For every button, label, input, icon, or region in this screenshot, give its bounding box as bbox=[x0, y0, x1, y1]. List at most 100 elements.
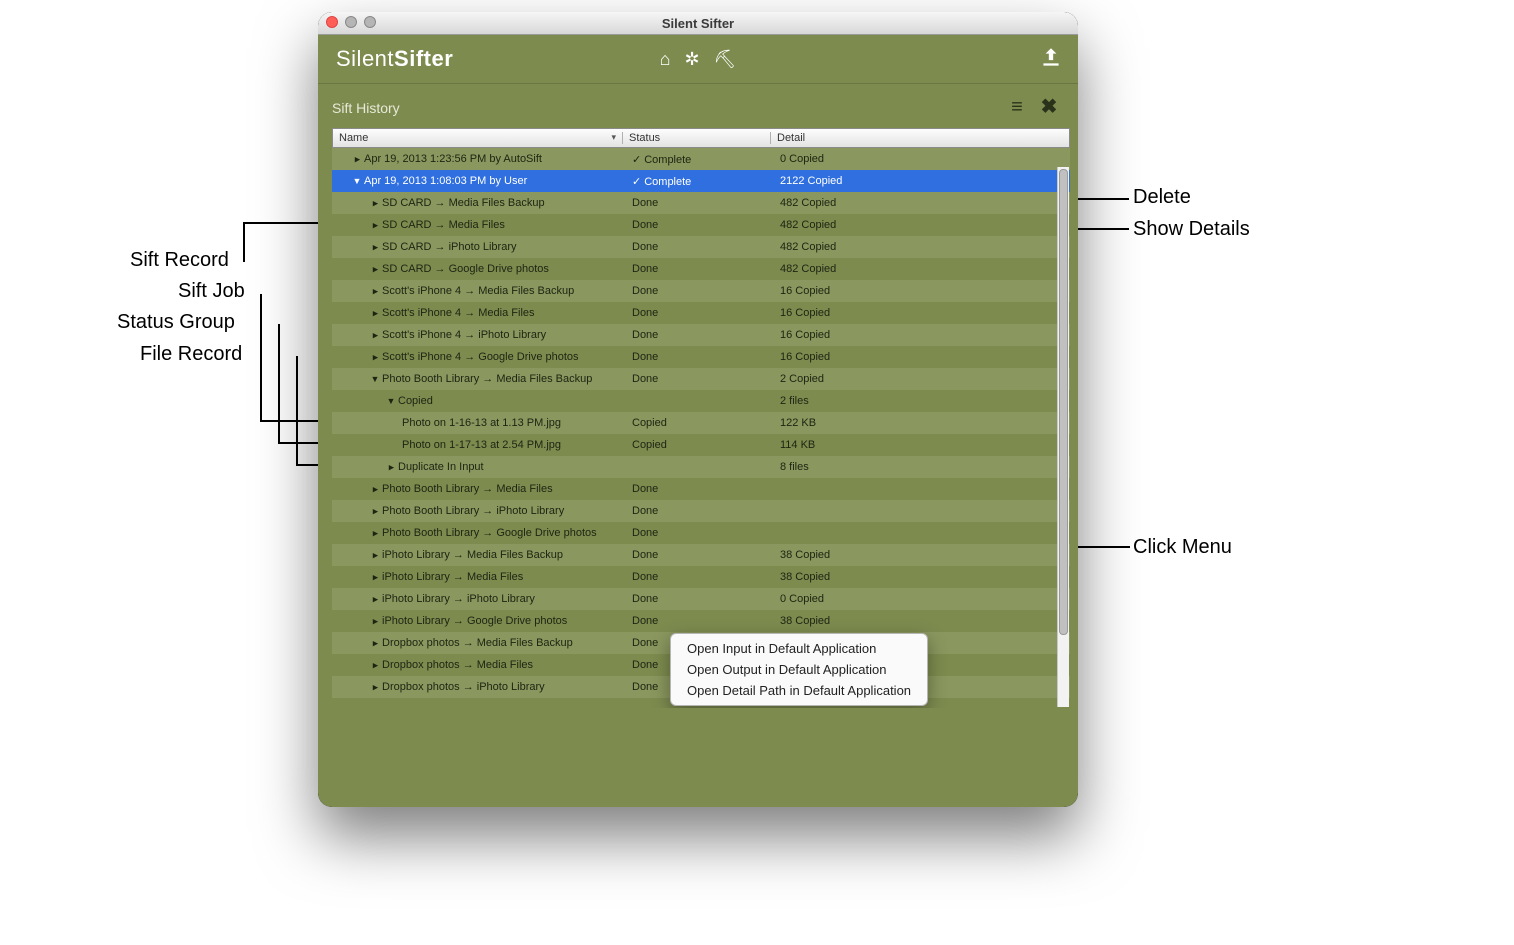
row-name-label: SD CARD → iPhoto Library bbox=[382, 241, 517, 253]
disclosure-closed-icon[interactable] bbox=[352, 154, 362, 165]
cell-detail: 482 Copied bbox=[774, 219, 1070, 231]
table-row[interactable]: Scott's iPhone 4 → Media FilesDone16 Cop… bbox=[332, 302, 1070, 324]
row-name-label: Dropbox photos → Media Files Backup bbox=[382, 637, 573, 649]
disclosure-closed-icon[interactable] bbox=[370, 484, 380, 495]
row-name-label: Dropbox photos → Media Files bbox=[382, 659, 533, 671]
disclosure-open-icon[interactable] bbox=[386, 396, 396, 406]
cell-status: Done bbox=[626, 351, 774, 363]
row-name-label: Apr 19, 2013 1:23:56 PM by AutoSift bbox=[364, 153, 542, 165]
row-status-label: Done bbox=[632, 483, 658, 495]
row-name-label: SD CARD → Media Files bbox=[382, 219, 505, 231]
disclosure-closed-icon[interactable] bbox=[370, 308, 380, 319]
table-row[interactable]: Apr 19, 2013 1:23:56 PM by AutoSiftCompl… bbox=[332, 148, 1070, 170]
sift-icon[interactable]: ⛏ bbox=[714, 49, 737, 70]
disclosure-closed-icon[interactable] bbox=[370, 506, 380, 517]
th-name[interactable]: Name bbox=[333, 132, 623, 144]
disclosure-closed-icon[interactable] bbox=[370, 264, 380, 275]
zoom-icon[interactable] bbox=[364, 16, 376, 28]
disclosure-closed-icon[interactable] bbox=[370, 242, 380, 253]
table-row[interactable]: Photo on 1-16-13 at 1.13 PM.jpgCopied122… bbox=[332, 412, 1070, 434]
cell-status: Copied bbox=[626, 417, 774, 429]
disclosure-closed-icon[interactable] bbox=[370, 198, 380, 209]
th-detail[interactable]: Detail bbox=[771, 132, 1069, 144]
th-status[interactable]: Status bbox=[623, 132, 771, 144]
disclosure-closed-icon[interactable] bbox=[370, 616, 380, 627]
show-details-button[interactable] bbox=[1008, 98, 1026, 116]
table-row[interactable]: SD CARD → iPhoto LibraryDone482 Copied bbox=[332, 236, 1070, 258]
table-row[interactable]: SD CARD → Google Drive photosDone482 Cop… bbox=[332, 258, 1070, 280]
table-row[interactable]: Scott's iPhone 4 → iPhoto Library Done16 … bbox=[332, 324, 1070, 346]
table-row[interactable]: SD CARD → Media Files BackupDone482 Copi… bbox=[332, 192, 1070, 214]
table-row[interactable]: Photo Booth Library → iPhoto LibraryDone bbox=[332, 500, 1070, 522]
cell-name: Photo Booth Library → Google Drive photo… bbox=[336, 527, 626, 539]
table-row[interactable]: iPhoto Library → Media Files BackupDone3… bbox=[332, 544, 1070, 566]
cell-detail: 122 KB bbox=[774, 417, 1070, 429]
cell-status: Done bbox=[626, 527, 774, 539]
table-row[interactable]: iPhoto Library → Media FilesDone38 Copie… bbox=[332, 566, 1070, 588]
table-row[interactable]: Photo on 1-17-13 at 2.54 PM.jpgCopied114… bbox=[332, 434, 1070, 456]
disclosure-closed-icon[interactable] bbox=[370, 550, 380, 561]
row-name-label: Scott's iPhone 4 → iPhoto Library bbox=[382, 329, 546, 341]
row-status-label: Done bbox=[632, 549, 658, 561]
disclosure-closed-icon[interactable] bbox=[370, 220, 380, 231]
ctx-open-detail[interactable]: Open Detail Path in Default Application bbox=[671, 680, 927, 701]
close-icon[interactable] bbox=[326, 16, 338, 28]
cell-detail: 38 Copied bbox=[774, 549, 1070, 561]
titlebar[interactable]: Silent Sifter bbox=[318, 12, 1078, 35]
disclosure-closed-icon[interactable] bbox=[370, 638, 380, 649]
row-name-label: iPhoto Library → iPhoto Library bbox=[382, 593, 535, 605]
table-row[interactable]: SD CARD → Media FilesDone482 Copied bbox=[332, 214, 1070, 236]
cell-name: Dropbox photos → Media Files Backup bbox=[336, 637, 626, 649]
cell-name: Photo Booth Library → Media Files bbox=[336, 483, 626, 495]
gear-icon[interactable]: ✲ bbox=[684, 49, 699, 70]
disclosure-closed-icon[interactable] bbox=[370, 528, 380, 539]
table-row[interactable]: Duplicate In Input8 files bbox=[332, 456, 1070, 478]
cell-detail: 2122 Copied bbox=[774, 175, 1070, 187]
table-row[interactable]: Photo Booth Library → Google Drive photo… bbox=[332, 522, 1070, 544]
disclosure-closed-icon[interactable] bbox=[370, 352, 380, 363]
cell-name: SD CARD → Google Drive photos bbox=[336, 263, 626, 275]
cell-status: Done bbox=[626, 373, 774, 385]
disclosure-open-icon[interactable] bbox=[352, 176, 362, 186]
table-row[interactable]: iPhoto Library → Google Drive photosDone… bbox=[332, 610, 1070, 632]
row-status-label: Copied bbox=[632, 439, 667, 451]
table-row[interactable]: Copied2 files bbox=[332, 390, 1070, 412]
section-header: Sift History bbox=[318, 84, 1078, 124]
home-icon[interactable]: ⌂ bbox=[660, 49, 671, 70]
table-row[interactable]: Apr 19, 2013 1:08:03 PM by UserComplete2… bbox=[332, 170, 1070, 192]
ann-click-menu: Click Menu bbox=[1133, 536, 1232, 559]
row-name-label: Scott's iPhone 4 → Media Files bbox=[382, 307, 535, 319]
table-row[interactable]: Photo Booth Library → Media Files Done bbox=[332, 478, 1070, 500]
delete-button[interactable] bbox=[1040, 98, 1058, 116]
disclosure-closed-icon[interactable] bbox=[370, 682, 380, 693]
cell-status: Done bbox=[626, 615, 774, 627]
row-status-label: Done bbox=[632, 615, 658, 627]
ctx-open-output[interactable]: Open Output in Default Application bbox=[671, 659, 927, 680]
row-name-label: Photo Booth Library → Google Drive photo… bbox=[382, 527, 597, 539]
row-name-label: Photo Booth Library → Media Files Backup bbox=[382, 373, 592, 385]
check-icon bbox=[632, 176, 644, 188]
disclosure-closed-icon[interactable] bbox=[386, 462, 396, 473]
disclosure-closed-icon[interactable] bbox=[370, 330, 380, 341]
cell-status: Done bbox=[626, 329, 774, 341]
disclosure-closed-icon[interactable] bbox=[370, 572, 380, 583]
disclosure-closed-icon[interactable] bbox=[370, 286, 380, 297]
ctx-open-input[interactable]: Open Input in Default Application bbox=[671, 638, 927, 659]
ann-file-record: File Record bbox=[140, 343, 242, 366]
cell-detail: 16 Copied bbox=[774, 329, 1070, 341]
table-row[interactable]: Scott's iPhone 4 → Google Drive photosDo… bbox=[332, 346, 1070, 368]
row-status-label: Done bbox=[632, 263, 658, 275]
ann-line bbox=[260, 294, 262, 422]
minimize-icon[interactable] bbox=[345, 16, 357, 28]
cell-name: Scott's iPhone 4 → Media Files Backup bbox=[336, 285, 626, 297]
scrollbar-thumb[interactable] bbox=[1059, 169, 1068, 635]
disclosure-open-icon[interactable] bbox=[370, 374, 380, 384]
table-row[interactable]: Scott's iPhone 4 → Media Files BackupDon… bbox=[332, 280, 1070, 302]
table-row[interactable]: Photo Booth Library → Media Files Backup… bbox=[332, 368, 1070, 390]
share-icon[interactable] bbox=[1038, 45, 1064, 74]
disclosure-closed-icon[interactable] bbox=[370, 660, 380, 671]
disclosure-closed-icon[interactable] bbox=[370, 594, 380, 605]
table-row[interactable]: iPhoto Library → iPhoto LibraryDone0 Cop… bbox=[332, 588, 1070, 610]
scrollbar[interactable] bbox=[1057, 167, 1069, 707]
row-status-label: Done bbox=[632, 681, 658, 693]
